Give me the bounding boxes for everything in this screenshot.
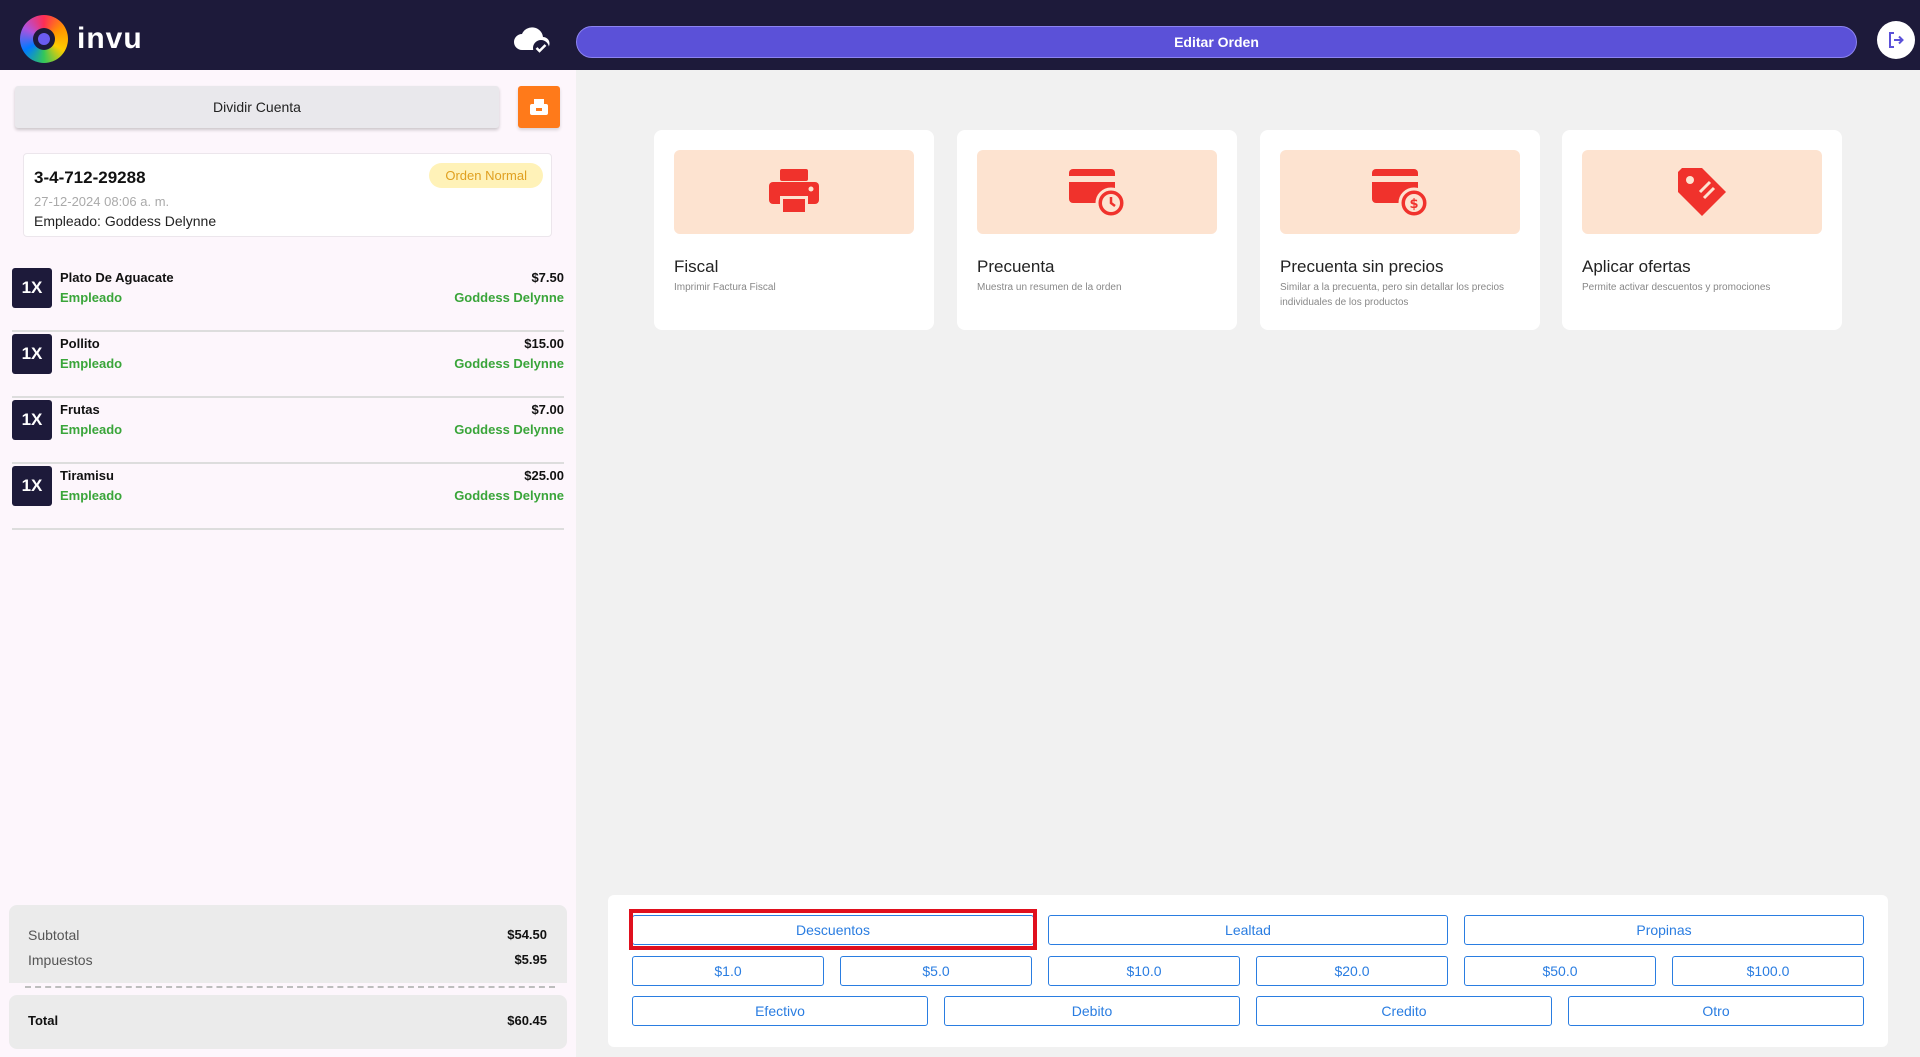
cash-drawer-button[interactable] — [518, 86, 560, 128]
tax-value: $5.95 — [514, 952, 547, 967]
order-panel: Dividir Cuenta 3-4-712-29288 Orden Norma… — [0, 70, 576, 1057]
order-type-badge: Orden Normal — [429, 163, 543, 188]
total-box: Total $60.45 — [9, 995, 567, 1049]
card-title: Aplicar ofertas — [1582, 257, 1691, 276]
card-description: Similar a la precuenta, pero sin detalla… — [1280, 282, 1504, 308]
tag-icon — [1678, 168, 1726, 216]
item-employee: Goddess Delynne — [454, 356, 564, 371]
card-title: Precuenta sin precios — [1280, 257, 1444, 276]
total-label: Total — [28, 1013, 59, 1028]
item-name: Frutas — [60, 402, 100, 417]
list-item[interactable]: 1X Frutas Empleado $7.00 Goddess Delynne — [12, 398, 564, 464]
card-fiscal[interactable]: Fiscal Imprimir Factura Fiscal — [654, 130, 934, 330]
brand-name: invu — [77, 22, 143, 55]
edit-order-button[interactable]: Editar Orden — [576, 26, 1857, 58]
tips-button[interactable]: Propinas — [1464, 915, 1864, 945]
cash-drawer-icon — [530, 99, 548, 115]
card-description: Permite activar descuentos y promociones — [1582, 282, 1771, 293]
selection-highlight — [629, 909, 1037, 950]
card-description: Imprimir Factura Fiscal — [674, 282, 776, 293]
item-role: Empleado — [60, 422, 123, 437]
list-item[interactable]: 1X Pollito Empleado $15.00 Goddess Delyn… — [12, 332, 564, 398]
svg-text:$: $ — [1409, 197, 1418, 212]
other-button[interactable]: Otro — [1568, 996, 1864, 1026]
order-items-list: 1X Plato De Aguacate Empleado $7.50 Godd… — [12, 266, 564, 530]
printer-icon — [769, 169, 819, 215]
subtotals-box: Subtotal $54.50 Impuestos $5.95 — [9, 905, 567, 983]
amount-5-button[interactable]: $5.0 — [840, 956, 1032, 986]
card-precuenta-sin-precios[interactable]: $ Precuenta sin precios Similar a la pre… — [1260, 130, 1540, 330]
item-name: Plato De Aguacate — [60, 270, 174, 285]
item-role: Empleado — [60, 356, 123, 371]
amount-1-button[interactable]: $1.0 — [632, 956, 824, 986]
item-employee: Goddess Delynne — [454, 488, 564, 503]
order-employee: Empleado: Goddess Delynne — [34, 213, 216, 229]
debit-button[interactable]: Debito — [944, 996, 1240, 1026]
item-role: Empleado — [60, 488, 123, 503]
subtotal-label: Subtotal — [28, 927, 80, 943]
card-precuenta[interactable]: Precuenta Muestra un resumen de la orden — [957, 130, 1237, 330]
card-clock-icon — [1069, 169, 1127, 219]
order-number: 3-4-712-29288 — [34, 168, 146, 187]
item-quantity: 1X — [12, 400, 52, 440]
logout-icon — [1889, 32, 1904, 48]
cloud-sync-icon[interactable] — [512, 24, 552, 58]
employee-name: Goddess Delynne — [104, 213, 217, 229]
credit-button[interactable]: Credito — [1256, 996, 1552, 1026]
amount-50-button[interactable]: $50.0 — [1464, 956, 1656, 986]
item-price: $25.00 — [524, 468, 564, 483]
employee-label: Empleado: — [34, 213, 101, 229]
list-item[interactable]: 1X Plato De Aguacate Empleado $7.50 Godd… — [12, 266, 564, 332]
card-aplicar-ofertas[interactable]: Aplicar ofertas Permite activar descuent… — [1562, 130, 1842, 330]
amount-20-button[interactable]: $20.0 — [1256, 956, 1448, 986]
card-title: Precuenta — [977, 257, 1055, 276]
invu-logo-icon — [20, 15, 68, 63]
tax-label: Impuestos — [28, 952, 93, 968]
dashed-divider — [25, 986, 555, 988]
item-employee: Goddess Delynne — [454, 422, 564, 437]
card-title: Fiscal — [674, 257, 719, 276]
item-employee: Goddess Delynne — [454, 290, 564, 305]
total-value: $60.45 — [507, 1013, 547, 1028]
amount-10-button[interactable]: $10.0 — [1048, 956, 1240, 986]
card-description: Muestra un resumen de la orden — [977, 282, 1122, 293]
list-item[interactable]: 1X Tiramisu Empleado $25.00 Goddess Dely… — [12, 464, 564, 530]
item-role: Empleado — [60, 290, 123, 305]
card-dollar-icon: $ — [1372, 169, 1430, 219]
item-price: $15.00 — [524, 336, 564, 351]
item-price: $7.50 — [531, 270, 564, 285]
split-bill-button[interactable]: Dividir Cuenta — [15, 86, 499, 128]
top-bar: invu Editar Orden — [0, 0, 1920, 70]
item-name: Pollito — [60, 336, 100, 351]
subtotal-value: $54.50 — [507, 927, 547, 942]
item-quantity: 1X — [12, 466, 52, 506]
amount-100-button[interactable]: $100.0 — [1672, 956, 1864, 986]
logout-button[interactable] — [1877, 21, 1915, 59]
order-info-card: 3-4-712-29288 Orden Normal 27-12-2024 08… — [23, 153, 552, 237]
item-name: Tiramisu — [60, 468, 114, 483]
order-date: 27-12-2024 08:06 a. m. — [34, 194, 170, 209]
item-quantity: 1X — [12, 268, 52, 308]
loyalty-button[interactable]: Lealtad — [1048, 915, 1448, 945]
item-price: $7.00 — [531, 402, 564, 417]
item-quantity: 1X — [12, 334, 52, 374]
cash-button[interactable]: Efectivo — [632, 996, 928, 1026]
